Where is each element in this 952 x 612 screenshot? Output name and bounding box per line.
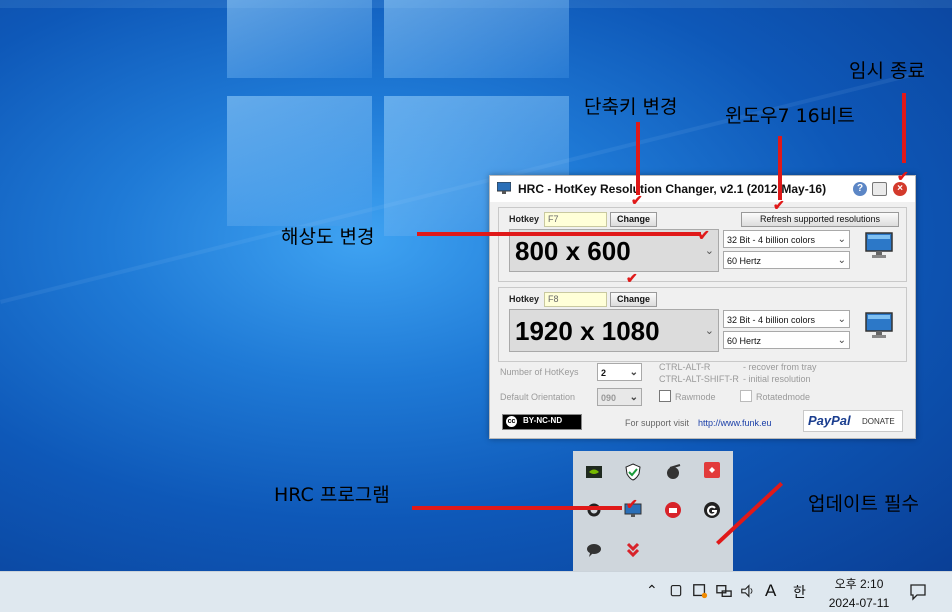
chevron-down-icon: ⌄ — [704, 245, 714, 257]
color-depth-select[interactable]: 32 Bit - 4 billion colors ⌄ — [723, 230, 850, 248]
annotation-check-mark: ✔ — [897, 168, 909, 184]
chat-icon[interactable] — [585, 541, 603, 559]
gear-icon[interactable] — [585, 501, 603, 519]
annotation-win7-16bit: 윈도우7 16비트 — [725, 105, 855, 127]
color-depth-select[interactable]: 32 Bit - 4 billion colors ⌄ — [723, 310, 850, 328]
change-button[interactable]: Change — [610, 292, 657, 307]
annotation-resolution-change: 해상도 변경 — [281, 226, 375, 248]
annotation-update-required: 업데이트 필수 — [808, 493, 919, 515]
resolution-value: 1920 x 1080 — [515, 316, 660, 346]
g-app-icon[interactable] — [703, 501, 721, 519]
chevron-down-icon: ⌄ — [837, 335, 846, 346]
rotatedmode-label: Rotatedmode — [756, 392, 811, 402]
download-arrow-icon[interactable] — [624, 541, 642, 559]
rotatedmode-checkbox[interactable] — [740, 390, 752, 402]
red-app-icon[interactable] — [664, 501, 682, 519]
security-shield-icon[interactable] — [624, 463, 642, 481]
chevron-down-icon: ⌄ — [837, 234, 846, 245]
resolution-value: 800 x 600 — [515, 236, 631, 266]
ime-language-indicator[interactable]: 한 — [793, 582, 806, 602]
chevron-down-icon: ⌄ — [704, 325, 714, 337]
annotation-hrc-program: HRC 프로그램 — [274, 484, 390, 506]
change-button[interactable]: Change — [610, 212, 657, 227]
shortcut-key-2: CTRL-ALT-SHIFT-R — [659, 374, 739, 384]
support-link[interactable]: http://www.funk.eu — [698, 418, 772, 428]
paypal-donate-button[interactable]: PayPal DONATE — [803, 410, 903, 432]
refresh-resolutions-button[interactable]: Refresh supported resolutions — [741, 212, 899, 227]
annotation-line-hrc — [412, 506, 622, 510]
shortcut-desc-2: - initial resolution — [743, 374, 811, 384]
donate-label: DONATE — [862, 417, 895, 426]
device-icon[interactable] — [669, 583, 683, 599]
paypal-logo: PayPal — [808, 413, 851, 428]
cc-license-badge[interactable]: cc BY-NC-ND — [502, 414, 582, 430]
help-icon[interactable]: ? — [853, 182, 867, 196]
annotation-check-mark: ✔ — [631, 192, 643, 208]
refresh-rate-select[interactable]: 60 Hertz ⌄ — [723, 251, 850, 269]
hotkey-group-1: Hotkey F7 Change Refresh supported resol… — [498, 207, 907, 282]
windows-logo-pane-tr — [384, 0, 569, 78]
hrc-window: HRC - HotKey Resolution Changer, v2.1 (2… — [489, 175, 916, 439]
annotation-line-win7 — [778, 136, 782, 200]
hotkey-label: Hotkey — [509, 294, 540, 304]
license-text: BY-NC-ND — [523, 416, 563, 425]
chevron-down-icon: ⌄ — [629, 392, 638, 403]
network-icon[interactable] — [716, 583, 732, 599]
shortcut-key-1: CTRL-ALT-R — [659, 362, 711, 372]
annotation-check-mark: ✔ — [626, 496, 638, 512]
clock-time: 오후 2:10 — [834, 577, 884, 591]
annotation-shortcut-change: 단축키 변경 — [584, 96, 678, 118]
orientation-select[interactable]: 090 ⌄ — [597, 388, 642, 406]
ime-mode-indicator[interactable]: A — [765, 581, 776, 601]
orientation-label: Default Orientation — [500, 392, 576, 402]
monitor-icon — [865, 312, 893, 338]
notification-icon[interactable] — [909, 583, 927, 601]
rawmode-label: Rawmode — [675, 392, 716, 402]
refresh-rate-select[interactable]: 60 Hertz ⌄ — [723, 331, 850, 349]
cc-icon: cc — [506, 416, 517, 427]
taskbar: ⌃ A 한 오후 2:10 2024-07-11 — [0, 571, 952, 612]
radar-icon[interactable] — [664, 463, 682, 481]
chevron-down-icon: ⌄ — [837, 255, 846, 266]
nvidia-icon[interactable] — [585, 463, 603, 481]
monitor-icon — [865, 232, 893, 258]
annotation-line-shortcut — [636, 122, 640, 195]
annotation-line-temp-exit — [902, 93, 906, 163]
annotation-line-resolution — [417, 232, 701, 236]
hotkey-group-2: Hotkey F8 Change 1920 x 1080 ⌄ 32 Bit - … — [498, 287, 907, 362]
hotkey-field[interactable]: F8 — [544, 292, 607, 307]
num-hotkeys-label: Number of HotKeys — [500, 367, 579, 377]
chevron-down-icon: ⌄ — [629, 367, 638, 378]
annotation-check-mark: ✔ — [626, 270, 638, 286]
hotkey-field[interactable]: F7 — [544, 212, 607, 227]
clock[interactable]: 오후 2:10 2024-07-11 — [819, 575, 899, 610]
tray-overflow-panel — [573, 451, 733, 571]
update-warning-icon[interactable] — [692, 583, 708, 599]
support-text: For support visit — [625, 418, 690, 428]
windows-logo-pane-tl — [227, 0, 372, 78]
windows-logo-pane-bl — [227, 96, 372, 226]
rawmode-checkbox[interactable] — [659, 390, 671, 402]
clock-date: 2024-07-11 — [828, 596, 890, 610]
monitor-icon — [497, 182, 511, 194]
anydesk-icon[interactable] — [703, 461, 721, 479]
volume-icon[interactable] — [740, 583, 756, 599]
annotation-check-mark: ✔ — [698, 227, 710, 243]
annotation-temp-exit: 임시 종료 — [849, 60, 925, 82]
hotkey-label: Hotkey — [509, 214, 540, 224]
title-bar[interactable]: HRC - HotKey Resolution Changer, v2.1 (2… — [490, 176, 915, 202]
annotation-check-mark: ✔ — [773, 197, 785, 213]
show-hidden-icons-chevron-icon[interactable]: ⌃ — [646, 582, 658, 599]
shortcut-desc-1: - recover from tray — [743, 362, 817, 372]
chevron-down-icon: ⌄ — [837, 314, 846, 325]
resolution-dropdown[interactable]: 1920 x 1080 ⌄ — [509, 309, 719, 352]
num-hotkeys-select[interactable]: 2 ⌄ — [597, 363, 642, 381]
minimize-to-tray-icon[interactable] — [872, 182, 887, 196]
